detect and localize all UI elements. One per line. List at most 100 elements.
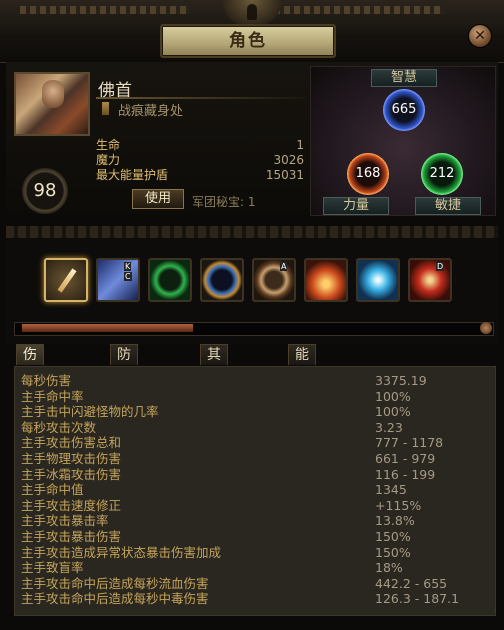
- stat-value: 100%: [375, 404, 411, 420]
- str-orb: 168: [347, 153, 389, 195]
- stat-name: 主手攻击命中后造成每秒中毒伤害: [21, 591, 209, 607]
- table-row: 主手冰霜攻击伤害 116 - 199: [19, 467, 489, 482]
- table-row: 主手攻击造成异常状态暴击伤害加成 150%: [19, 545, 489, 560]
- str-value: 168: [355, 166, 381, 181]
- stat-name: 主手冰霜攻击伤害: [21, 466, 122, 482]
- str-label: 力量: [323, 197, 389, 215]
- rune-circle-skill-icon[interactable]: A: [252, 258, 296, 302]
- character-panel: 98 佛首 战痕藏身处 生命 1 魔力 3026 最大能量护盾 15031 使用…: [6, 62, 498, 216]
- stat-name: 主手致盲率: [21, 560, 84, 576]
- skill-gem-bar: K C A D: [6, 226, 498, 344]
- frame-ornament: [6, 226, 498, 238]
- tab-orbs[interactable]: 能量球: [288, 344, 316, 403]
- table-row: 主手命中率 100%: [19, 389, 489, 404]
- legion-count: 军团秘宝: 1: [192, 195, 256, 209]
- stat-value: 661 - 979: [375, 451, 436, 466]
- gem-row: K C A D: [38, 258, 464, 314]
- stat-name: 主手物理攻击伤害: [21, 451, 122, 466]
- stat-value: 3375.19: [375, 373, 427, 388]
- level-badge: 98: [22, 168, 68, 214]
- stat-value: 150%: [375, 529, 411, 544]
- use-button[interactable]: 使用: [132, 189, 184, 209]
- dex-value: 212: [429, 166, 455, 181]
- dex-orb: 212: [421, 153, 463, 195]
- tab-defense[interactable]: 防御属性: [110, 344, 138, 423]
- table-row: 主手致盲率 18%: [19, 560, 489, 575]
- title-ornament-left: [20, 6, 190, 14]
- table-row: 主手攻击速度修正 +115%: [19, 498, 489, 513]
- tab-other[interactable]: 其他属性: [200, 344, 228, 423]
- fire-skill-icon[interactable]: [304, 258, 348, 302]
- stat-name: 主手攻击暴击伤害: [21, 529, 122, 544]
- sword-skill-icon[interactable]: [44, 258, 88, 302]
- character-stats: 生命 1 魔力 3026 最大能量护盾 15031: [96, 138, 304, 183]
- stat-label: 最大能量护盾: [96, 168, 169, 182]
- table-row: 主手攻击伤害总和 777 - 1178: [19, 435, 489, 450]
- stat-name: 每秒攻击次数: [21, 419, 97, 435]
- title-bar: 角色 ✕: [0, 0, 504, 63]
- table-row: 主手命中值 1345: [19, 482, 489, 497]
- tab-damage[interactable]: 伤害属性: [16, 344, 44, 423]
- crest-icon: [222, 0, 282, 26]
- title-ornament-right: [274, 6, 444, 14]
- stat-value: 116 - 199: [375, 466, 436, 482]
- stat-name: 主手攻击伤害总和: [21, 435, 122, 451]
- stat-value: +115%: [375, 497, 422, 513]
- table-row: 主手物理攻击伤害 661 - 979: [19, 451, 489, 466]
- table-row: 主手攻击暴击伤害 150%: [19, 529, 489, 544]
- table-row: 主手攻击暴击率 13.8%: [19, 513, 489, 528]
- stat-name: 主手攻击暴击率: [21, 513, 109, 529]
- dex-label: 敏捷: [415, 197, 481, 215]
- stat-name: 主手攻击速度修正: [21, 497, 122, 513]
- int-label: 智慧: [371, 69, 437, 87]
- stat-name: 主手命中值: [21, 482, 84, 498]
- stat-name: 主手攻击造成异常状态暴击伤害加成: [21, 544, 222, 560]
- table-row: 主手击中闪避怪物的几率 100%: [19, 404, 489, 419]
- gem-tag-d: D: [436, 262, 445, 271]
- ice-figure-skill-icon[interactable]: [356, 258, 400, 302]
- level-value: 98: [33, 180, 57, 201]
- table-row: 每秒伤害 3375.19: [19, 373, 489, 388]
- attribute-panel: 智慧 665 168 212 力量 敏捷: [310, 66, 496, 216]
- stat-value: 126.3 - 187.1: [375, 591, 460, 607]
- window-title: 角色: [229, 31, 267, 51]
- damage-stats-table: 每秒伤害 3375.19 主手命中率 100% 主手击中闪避怪物的几率 100% 每秒攻击次…: [14, 366, 496, 616]
- name-divider: [96, 97, 306, 99]
- stat-value: 3026: [273, 153, 304, 167]
- rune-skill-icon[interactable]: K C: [96, 258, 140, 302]
- stat-value: 1: [296, 138, 304, 152]
- close-button[interactable]: ✕: [468, 24, 492, 48]
- table-row: 主手攻击命中后造成每秒流血伤害 442.2 - 655: [19, 576, 489, 591]
- gem-tag-k: K: [124, 262, 132, 271]
- experience-fill: [22, 324, 193, 332]
- stat-name: 主手击中闪避怪物的几率: [21, 404, 159, 420]
- stat-row-life: 生命 1: [96, 138, 304, 153]
- character-portrait: [14, 72, 90, 136]
- stat-value: 15031: [265, 168, 304, 182]
- green-arch-skill-icon[interactable]: [148, 258, 192, 302]
- gem-tag-a: A: [280, 262, 288, 271]
- stat-value: 150%: [375, 544, 411, 560]
- stat-row-mana: 魔力 3026: [96, 153, 304, 168]
- table-row: 每秒攻击次数 3.23: [19, 420, 489, 435]
- portal-skill-icon[interactable]: [200, 258, 244, 302]
- stat-value: 442.2 - 655: [375, 575, 448, 591]
- stat-value: 777 - 1178: [375, 435, 444, 451]
- stat-label: 生命: [96, 138, 121, 152]
- stat-value: 18%: [375, 560, 403, 576]
- character-subtitle: 战痕藏身处: [118, 104, 184, 119]
- stat-name: 每秒伤害: [21, 373, 72, 388]
- table-row: 主手攻击命中后造成每秒中毒伤害 126.3 - 187.1: [19, 591, 489, 606]
- stat-value: 13.8%: [375, 513, 415, 529]
- stat-name: 主手攻击命中后造成每秒流血伤害: [21, 575, 209, 591]
- stat-value: 3.23: [375, 419, 403, 435]
- stat-value: 1345: [375, 482, 407, 498]
- window-title-plate: 角色: [160, 24, 336, 58]
- scroll-knob[interactable]: [480, 322, 492, 334]
- hideout-icon: [102, 102, 109, 115]
- stat-value: 100%: [375, 388, 411, 404]
- stat-label: 魔力: [96, 153, 121, 167]
- int-value: 665: [391, 102, 417, 117]
- close-icon: ✕: [474, 28, 486, 44]
- red-warrior-skill-icon[interactable]: D: [408, 258, 452, 302]
